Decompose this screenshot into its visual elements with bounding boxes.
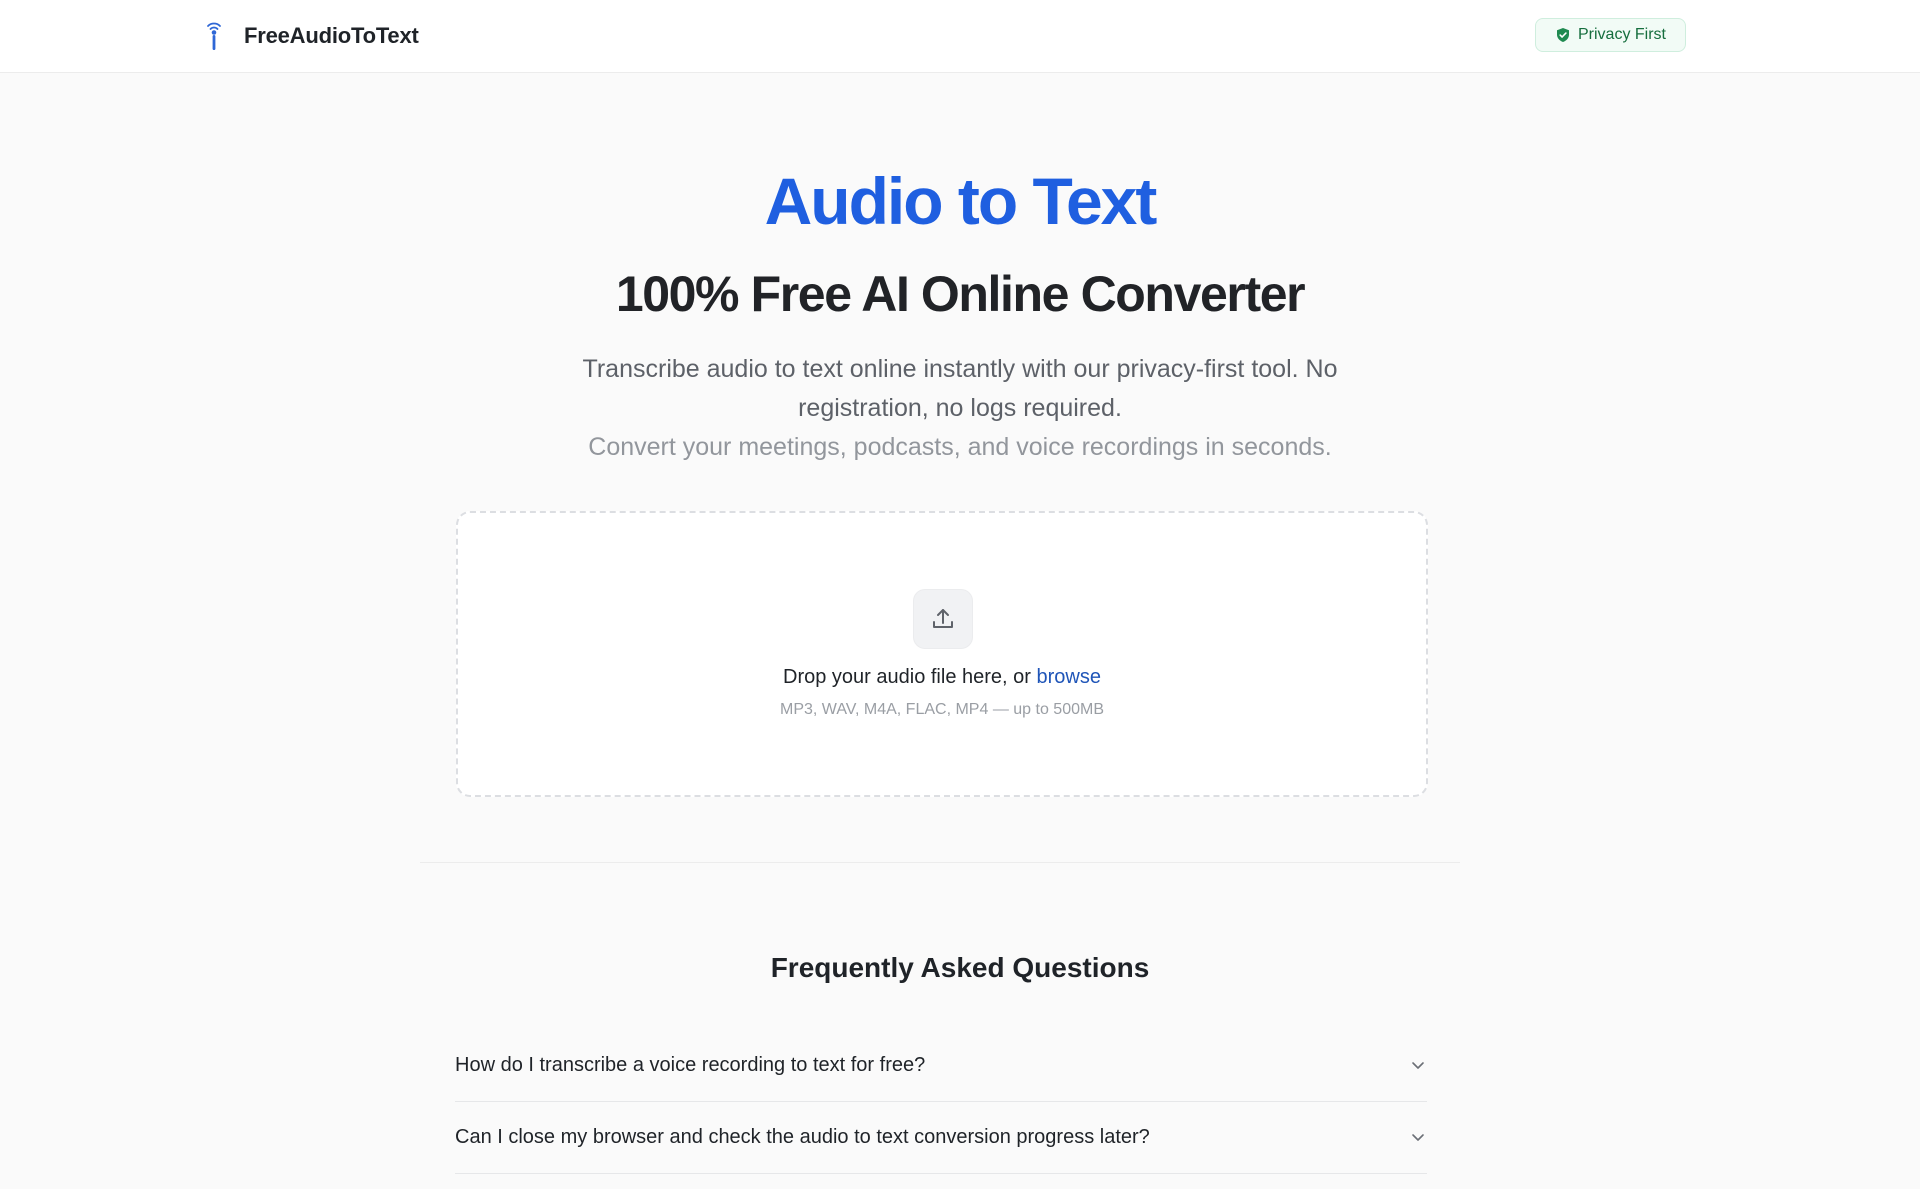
supported-formats-note: MP3, WAV, M4A, FLAC, MP4 — up to 500MB <box>780 701 1104 718</box>
hero-description: Transcribe audio to text online instantl… <box>582 355 1338 422</box>
hero-subtitle: 100% Free AI Online Converter <box>615 266 1306 322</box>
radio-tower-icon <box>207 22 221 50</box>
drop-instructions: Drop your audio file here, or browse <box>458 666 1426 689</box>
faq-heading: Frequently Asked Questions <box>770 952 1150 983</box>
upload-icon-tile <box>913 589 973 649</box>
drop-text-label: Drop your audio file here, or <box>783 666 1031 688</box>
browse-link[interactable]: browse <box>1037 666 1101 688</box>
audio-upload-dropzone[interactable]: Drop your audio file here, or browse MP3… <box>456 511 1428 797</box>
privacy-first-badge: Privacy First <box>1535 18 1686 52</box>
brand-name: FreeAudioToText <box>244 23 419 48</box>
section-divider <box>420 862 1460 863</box>
brand-logo-link[interactable]: FreeAudioToText <box>200 18 419 54</box>
privacy-badge-label: Privacy First <box>1578 26 1666 43</box>
faq-question: How do I transcribe a voice recording to… <box>455 1054 926 1076</box>
top-navigation-bar: FreeAudioToText Privacy First <box>0 0 1920 73</box>
faq-item[interactable]: How do I transcribe a voice recording to… <box>455 1030 1427 1102</box>
shield-check-icon <box>1557 28 1569 42</box>
faq-list: How do I transcribe a voice recording to… <box>455 1030 1427 1174</box>
chevron-down-icon[interactable] <box>1409 1056 1427 1074</box>
hero-description-secondary: Convert your meetings, podcasts, and voi… <box>588 433 1332 461</box>
faq-item[interactable]: Can I close my browser and check the aud… <box>455 1102 1427 1174</box>
hero-title: Audio to Text <box>764 164 1158 238</box>
chevron-down-icon[interactable] <box>1409 1128 1427 1146</box>
faq-question: Can I close my browser and check the aud… <box>455 1126 1150 1148</box>
upload-icon <box>933 609 953 628</box>
